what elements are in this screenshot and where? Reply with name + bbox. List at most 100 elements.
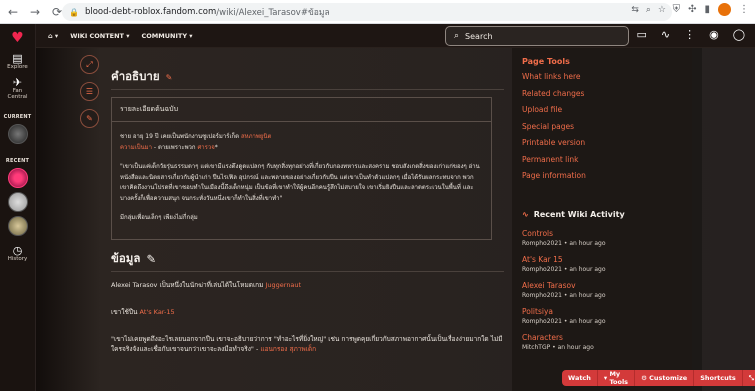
url-host: blood-debt-roblox.fandom.com [84, 7, 217, 17]
shortcuts-button[interactable]: Shortcuts [694, 370, 743, 386]
activity-meta: Rompho2021 • an hour ago [522, 318, 606, 325]
community-label: COMMUNITY [141, 31, 188, 40]
profile-avatar[interactable] [718, 3, 731, 16]
history-icon: ◷ [12, 244, 23, 257]
juggernaut-link[interactable]: Juggernaut [265, 281, 301, 289]
wiki-action-bar: Watch ▾ My Tools ⚙ Customize Shortcuts ⤡ [562, 370, 755, 386]
recent-wiki-thumbnail-3[interactable] [7, 216, 28, 236]
customize-label: Customize [649, 374, 688, 382]
address-bar[interactable]: 🔒 blood-debt-roblox.fandom.com /wiki/Ale… [62, 3, 672, 21]
activity-item: Politsiya Rompho2021 • an hour ago [522, 307, 692, 326]
search-icon: ⌕ [454, 31, 460, 41]
fan-central-label: Fan Central [7, 88, 28, 100]
recent-activity-title: Recent Wiki Activity [533, 210, 625, 219]
url-path: /wiki/Alexei_Tarasov#ข้อมูล [216, 8, 330, 18]
section-title-1: คำอธิบาย [111, 69, 160, 83]
browser-toolbar: ← → ⟳ 🔒 blood-debt-roblox.fandom.com /wi… [0, 0, 755, 24]
page-tool-link[interactable]: Printable version [522, 138, 692, 147]
extensions-puzzle-icon[interactable]: ✣ [688, 4, 696, 15]
page-tool-link[interactable]: Related changes [522, 89, 692, 98]
section-heading-description: คำอธิบาย ✎ [111, 48, 504, 90]
fandom-logo[interactable]: ♥ [11, 30, 24, 46]
box-header: รายละเอียดต้นฉบับ [112, 98, 491, 122]
explore-nav-item[interactable]: ▤ Explore [7, 52, 28, 70]
paragraph-text: มีกลุ่มเพื่อนเล็กๆ เพียงไม่กี่กลุ่ม [120, 214, 198, 221]
activity-title[interactable]: Alexei Tarasov [522, 281, 692, 291]
edit-section-icon[interactable]: ✎ [146, 252, 156, 266]
activity-meta: Rompho2021 • an hour ago [522, 240, 606, 247]
chrome-menu-icon[interactable]: ⋮ [739, 4, 749, 15]
page-tool-link[interactable]: What links here [522, 72, 692, 81]
translate-icon[interactable]: ⇆ [631, 5, 639, 15]
activity-title[interactable]: At's Kar 15 [522, 255, 692, 265]
section-heading-info: ข้อมูล ✎ [111, 250, 504, 272]
forward-icon[interactable]: → [26, 3, 44, 21]
page-tool-link[interactable]: Page information [522, 171, 692, 180]
fan-central-icon: ✈ [12, 76, 23, 89]
back-icon[interactable]: ← [4, 3, 22, 21]
customize-button[interactable]: ⚙ Customize [635, 370, 695, 386]
page-scrollbar[interactable] [692, 48, 702, 391]
right-rail: Page Tools What links here Related chang… [512, 48, 692, 391]
activity-item: Characters MitchTGP • an hour ago [522, 333, 692, 352]
user-avatar-icon[interactable]: ◯ [733, 28, 745, 41]
original-details-box: รายละเอียดต้นฉบับ ชาย อายุ 19 ปี เคยเป็น… [111, 97, 492, 240]
history-nav-item[interactable]: ◷ History [7, 244, 28, 262]
activity-item: At's Kar 15 Rompho2021 • an hour ago [522, 255, 692, 274]
activity-title[interactable]: Controls [522, 229, 692, 239]
activity-icon[interactable]: ∿ [661, 28, 670, 41]
shield-extension-icon[interactable]: ⛨ [673, 4, 681, 15]
home-menu-icon[interactable]: ⌂ ▾ [48, 32, 58, 40]
discussions-icon[interactable]: ▭ [636, 28, 646, 41]
fan-central-nav-item[interactable]: ✈ Fan Central [3, 76, 33, 100]
edit-section-icon[interactable]: ✎ [166, 73, 173, 82]
sidebar-icon[interactable]: ▮ [704, 4, 710, 15]
paragraph-text: Alexei Tarasov เป็นหนึ่งในนักฆ่าที่เล่นไ… [111, 280, 266, 289]
explore-icon: ▤ [12, 52, 23, 65]
recent-wiki-thumbnail-2[interactable] [7, 192, 28, 212]
notifications-icon[interactable]: ◉ [709, 28, 719, 41]
action-bar-collapse-icon[interactable]: ⤡ [742, 370, 755, 386]
page-tool-link[interactable]: Special pages [522, 122, 692, 131]
my-tools-label: My Tools [609, 370, 629, 386]
activity-pulse-icon: ∿ [522, 210, 529, 219]
wiki-content-menu[interactable]: WIKI CONTENT ▾ [70, 32, 129, 40]
current-wiki-thumbnail[interactable] [7, 124, 28, 144]
article-link[interactable]: ศารวจ [197, 144, 214, 151]
recent-wiki-thumbnail-1[interactable] [7, 168, 28, 188]
page-side-tools: ⤢ ☰ ✎ [80, 55, 99, 128]
section-title-2: ข้อมูล [111, 250, 141, 265]
recent-section-label: RECENT [5, 158, 30, 164]
bookmark-star-icon[interactable]: ☆ [658, 5, 666, 15]
page-tool-link[interactable]: Permanent link [522, 155, 692, 164]
article-link[interactable]: ความเป็นมา [120, 144, 152, 151]
community-menu[interactable]: COMMUNITY ▾ [142, 32, 193, 40]
activity-title[interactable]: Politsiya [522, 307, 692, 317]
expand-icon[interactable]: ⤢ [80, 55, 99, 74]
activity-title[interactable]: Characters [522, 333, 692, 343]
wiki-content-label: WIKI CONTENT [70, 31, 124, 40]
article-content: คำอธิบาย ✎ รายละเอียดต้นฉบับ ชาย อายุ 19… [111, 48, 504, 391]
gear-icon: ⚙ [641, 374, 650, 382]
weapon-link[interactable]: At's Kar-15 [140, 308, 175, 316]
more-menu-icon[interactable]: ⋮ [684, 28, 695, 41]
paragraph-text: * [214, 143, 218, 151]
watch-button[interactable]: Watch [562, 370, 598, 386]
page-tool-link[interactable]: Upload file [522, 105, 692, 114]
history-label: History [7, 256, 28, 262]
global-navigation: ♥ ▤ Explore ✈ Fan Central CURRENT RECENT… [0, 24, 36, 391]
edit-pencil-icon[interactable]: ✎ [80, 109, 99, 128]
table-of-contents-icon[interactable]: ☰ [80, 82, 99, 101]
activity-meta: Rompho2021 • an hour ago [522, 266, 606, 273]
zoom-icon[interactable]: ⌕ [646, 5, 651, 15]
shortcuts-label: Shortcuts [700, 374, 736, 382]
activity-item: Controls Rompho2021 • an hour ago [522, 229, 692, 248]
search-input[interactable]: ⌕ Search [445, 26, 629, 46]
my-tools-button[interactable]: ▾ My Tools [597, 370, 636, 386]
article-link[interactable]: แอนกรอง สุภาพเด็ก [260, 345, 316, 353]
recent-activity-heading: ∿ Recent Wiki Activity [522, 210, 692, 219]
activity-item: Alexei Tarasov Rompho2021 • an hour ago [522, 281, 692, 300]
paragraph-text: ชาย อายุ 19 ปี เคยเป็นพนักงานซูเปอร์มาร์… [120, 133, 241, 140]
paragraph-text: เขาใช้ปืน [111, 307, 140, 316]
article-link[interactable]: สหภาพยูนิต [241, 133, 271, 140]
